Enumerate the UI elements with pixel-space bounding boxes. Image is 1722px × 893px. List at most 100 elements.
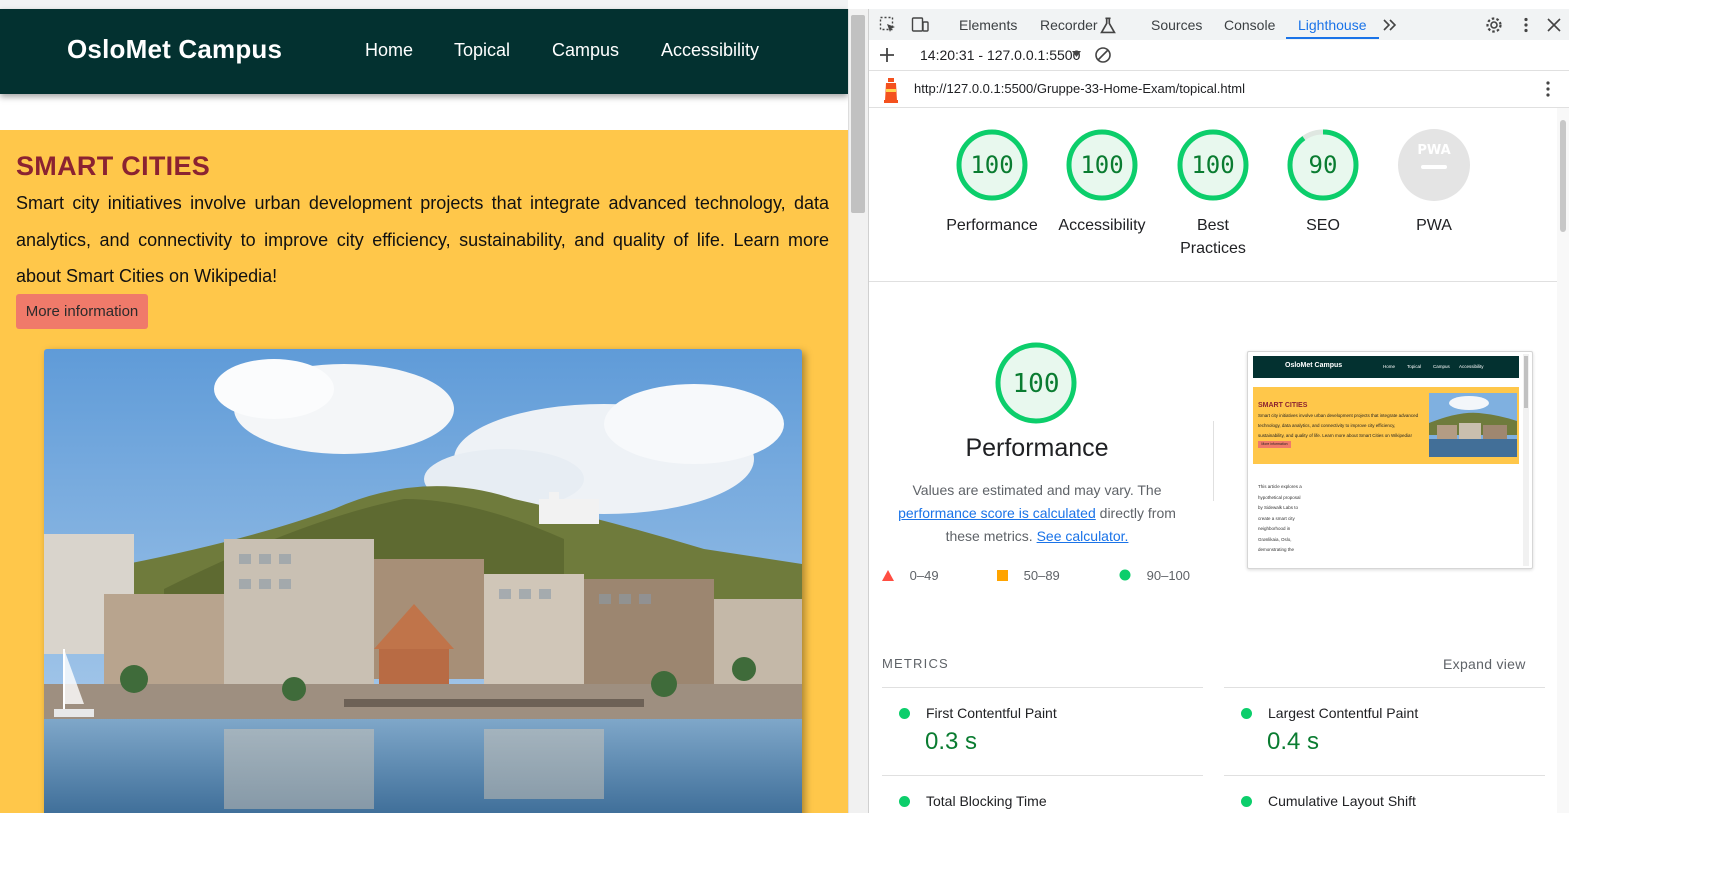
metric-lcp-name: Largest Contentful Paint	[1268, 705, 1419, 721]
audited-url: http://127.0.0.1:5500/Gruppe-33-Home-Exa…	[914, 81, 1245, 96]
active-tab-indicator	[1286, 37, 1379, 39]
report-scrollbar[interactable]	[1557, 108, 1569, 813]
thumbnail-nav-accessibility: Accessibility	[1459, 364, 1484, 369]
site-brand[interactable]: OsloMet Campus	[67, 34, 282, 65]
devtools-tabbar: Elements Recorder Sources Console Lighth…	[869, 9, 1569, 41]
site-navbar: OsloMet Campus Home Topical Campus Acces…	[0, 9, 848, 94]
fail-triangle-icon	[882, 570, 894, 581]
performance-heading: Performance	[965, 434, 1109, 462]
pwa-badge-text: PWA	[1417, 143, 1450, 158]
smart-cities-section: SMART CITIES Smart city initiatives invo…	[0, 130, 848, 813]
thumbnail-image	[1429, 393, 1517, 457]
metric-lcp-value: 0.4 s	[1267, 728, 1320, 755]
gauge-seo-label: SEO	[1306, 217, 1340, 234]
tab-recorder[interactable]: Recorder	[1040, 17, 1098, 33]
thumbnail-city-illustration	[1429, 393, 1517, 457]
thumbnail-button: More information	[1258, 441, 1291, 448]
gauge-best-practices-label: Best Practices	[1180, 217, 1246, 257]
settings-gear-icon[interactable]	[1485, 16, 1503, 34]
report-selector[interactable]: 14:20:31 - 127.0.0.1:5500	[920, 47, 1080, 63]
report-url-bar: http://127.0.0.1:5500/Gruppe-33-Home-Exa…	[869, 71, 1569, 108]
gauge-performance-ring: 100	[956, 129, 1028, 201]
thumbnail-nav-topical: Topical	[1407, 364, 1422, 369]
fcp-pass-dot	[899, 708, 910, 719]
performance-divider	[1213, 421, 1214, 501]
average-square-icon	[997, 570, 1008, 581]
thumbnail-text: Smart city initiatives involve urban dev…	[1258, 413, 1419, 438]
section-text: Smart city initiatives involve urban dev…	[16, 193, 829, 286]
gauge-accessibility-label: Accessibility	[1058, 217, 1146, 234]
performance-description: Values are estimated and may vary. The p…	[880, 479, 1194, 548]
gauges-divider	[869, 281, 1557, 282]
gauge-best-practices[interactable]: 100 Best Practices	[1158, 127, 1268, 260]
tab-console[interactable]: Console	[1224, 17, 1275, 33]
more-options-icon[interactable]	[1517, 16, 1535, 34]
flask-icon	[1100, 17, 1116, 34]
gauge-performance-label: Performance	[946, 217, 1038, 234]
pass-circle-icon	[1119, 569, 1131, 581]
close-devtools-icon[interactable]	[1545, 16, 1563, 34]
report-menu-icon[interactable]	[1545, 80, 1551, 98]
section-title: SMART CITIES	[16, 151, 211, 181]
tab-sources[interactable]: Sources	[1151, 17, 1202, 33]
gauge-performance[interactable]: 100 Performance	[937, 127, 1047, 237]
gauge-accessibility-ring: 100	[1066, 129, 1138, 201]
more-tabs-chevron-icon[interactable]	[1381, 16, 1399, 34]
metrics-heading: METRICS	[882, 656, 949, 671]
gauge-best-practices-value: 100	[1191, 151, 1234, 179]
website-scrollbar-thumb[interactable]	[851, 15, 865, 213]
performance-score-calculated-link[interactable]: performance score is calculated	[898, 505, 1096, 521]
gauge-performance-value: 100	[970, 151, 1013, 179]
cls-pass-dot	[1241, 796, 1252, 807]
tab-lighthouse[interactable]: Lighthouse	[1298, 17, 1367, 33]
gauge-accessibility-value: 100	[1080, 151, 1123, 179]
more-information-button[interactable]: More information	[16, 294, 148, 329]
devtools-panel: Elements Recorder Sources Console Lighth…	[868, 9, 1569, 813]
website-scrollbar[interactable]	[848, 9, 869, 813]
metrics-divider-left	[882, 687, 1203, 688]
metrics-divider-right	[1224, 687, 1545, 688]
legend-average-range: 50–89	[1023, 568, 1060, 583]
tab-elements[interactable]: Elements	[959, 17, 1017, 33]
thumbnail-hero: SMART CITIES Smart city initiatives invo…	[1253, 387, 1519, 464]
new-report-plus-icon[interactable]	[878, 46, 896, 64]
gauge-pwa[interactable]: PWA PWA	[1379, 127, 1489, 237]
thumbnail-scrollbar-thumb	[1524, 356, 1528, 408]
performance-score-value: 100	[1013, 369, 1060, 399]
metric-fcp-value: 0.3 s	[925, 728, 978, 755]
metric-fcp-name: First Contentful Paint	[926, 705, 1057, 721]
legend-average: 50–89	[997, 568, 1060, 583]
nav-link-campus[interactable]: Campus	[552, 40, 619, 61]
performance-score-gauge: 100	[995, 342, 1077, 424]
performance-desc-part1: Values are estimated and may vary. The	[912, 482, 1162, 498]
smart-city-image	[44, 349, 802, 813]
lighthouse-report: 100 Performance 100 Accessibility 100 Be…	[869, 108, 1569, 813]
legend-pass: 90–100	[1119, 568, 1190, 583]
thumbnail-brand: OsloMet Campus	[1285, 362, 1343, 369]
website-viewport: OsloMet Campus Home Topical Campus Acces…	[0, 0, 848, 813]
thumbnail-nav-home: Home	[1383, 364, 1396, 369]
gauge-seo-value: 90	[1309, 151, 1338, 179]
expand-view-toggle[interactable]: Expand view	[1443, 656, 1526, 672]
nav-link-home[interactable]: Home	[365, 40, 413, 61]
inspect-element-icon[interactable]	[879, 16, 897, 34]
nav-link-accessibility[interactable]: Accessibility	[661, 40, 759, 61]
thumbnail-scrollbar	[1523, 354, 1529, 566]
report-scrollbar-thumb[interactable]	[1560, 120, 1566, 232]
final-screenshot-thumbnail[interactable]: OsloMet Campus Home Topical Campus Acces…	[1247, 351, 1533, 569]
gauge-seo-ring: 90	[1287, 129, 1359, 201]
see-calculator-link[interactable]: See calculator.	[1037, 528, 1129, 544]
gauge-accessibility[interactable]: 100 Accessibility	[1047, 127, 1157, 237]
gauge-seo[interactable]: 90 SEO	[1268, 127, 1378, 237]
metric-tbt-name: Total Blocking Time	[926, 793, 1047, 809]
lighthouse-toolbar: 14:20:31 - 127.0.0.1:5500	[869, 40, 1569, 71]
thumbnail-body-text: This article explores a hypothetical pro…	[1258, 484, 1302, 552]
pwa-badge-icon: PWA	[1398, 129, 1470, 201]
report-selector-dropdown-icon[interactable]	[1072, 51, 1081, 58]
clear-reports-icon[interactable]	[1094, 46, 1112, 64]
legend-fail: 0–49	[882, 568, 939, 583]
device-toolbar-icon[interactable]	[911, 16, 929, 34]
thumbnail-title: SMART CITIES	[1258, 402, 1308, 409]
nav-link-topical[interactable]: Topical	[454, 40, 510, 61]
gauge-pwa-label: PWA	[1416, 217, 1452, 234]
